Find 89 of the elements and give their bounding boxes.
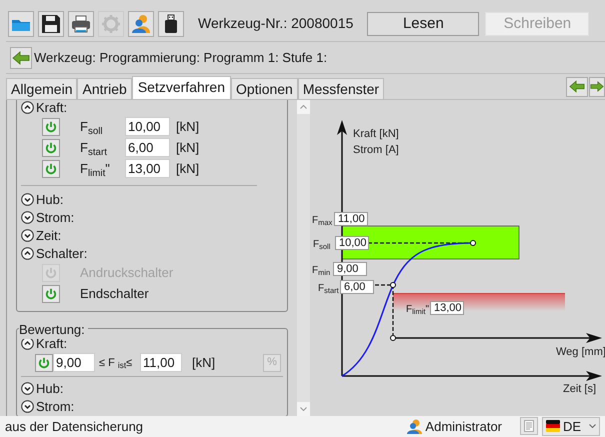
section-label: Hub: (36, 380, 64, 398)
power-icon (45, 120, 57, 133)
tab[interactable]: Optionen (231, 78, 298, 99)
expand-icon[interactable] (21, 400, 34, 414)
collapse-icon[interactable] (21, 337, 34, 350)
document-icon (524, 420, 534, 432)
tab[interactable]: Allgemein (6, 78, 78, 99)
previous-button[interactable] (566, 76, 588, 97)
power-toggle[interactable] (42, 118, 60, 136)
section-label: Strom: (36, 398, 74, 416)
value-field[interactable]: 6,00 (340, 280, 374, 294)
axis-label: Zeit [s] (563, 382, 596, 397)
chevron-down-icon (300, 406, 307, 411)
leader-line (375, 284, 394, 335)
floppy-disk-icon-button[interactable] (38, 10, 64, 37)
power-icon (45, 142, 57, 154)
printer-icon-button[interactable] (68, 10, 94, 37)
section-label: Zeit: (36, 227, 62, 246)
back-arrow-icon (12, 50, 30, 65)
power-icon (45, 162, 57, 175)
expand-icon[interactable] (21, 193, 34, 206)
power-toggle[interactable] (42, 138, 60, 157)
chevron-up-icon (300, 104, 307, 109)
user-icon (407, 418, 424, 434)
switch-label: Endschalter (80, 285, 149, 304)
value-field[interactable]: 9,00 (333, 262, 367, 276)
breadcrumb: Werkzeug: Programmierung: Programm 1: Stufe 1: (34, 48, 328, 67)
collapse-icon[interactable] (21, 101, 34, 114)
section-label: Strom: (36, 209, 74, 228)
users-icon (131, 14, 151, 34)
scrollbar[interactable] (297, 100, 310, 416)
settings-icon (101, 14, 121, 34)
back-button[interactable] (10, 46, 32, 69)
power-icon (45, 288, 57, 300)
curve-point (390, 282, 396, 288)
field-label: F$_{limit}$" (80, 160, 111, 179)
section-label: Schalter: (36, 245, 88, 264)
unit-label: [kN] (176, 118, 200, 136)
power-icon (45, 266, 57, 279)
section-label: Kraft: (36, 100, 68, 118)
tab[interactable]: Setzverfahren (132, 76, 232, 99)
field-label: F$_{limit}$" (406, 302, 430, 317)
value-field[interactable]: 6,00 (125, 138, 170, 158)
user-name: Administrator (425, 418, 502, 436)
expand-icon[interactable] (21, 229, 34, 242)
tab[interactable]: Messfenster (298, 78, 384, 99)
value-field[interactable]: 13,00 (430, 300, 464, 315)
left-arrow-icon (569, 80, 585, 94)
action-button[interactable]: Lesen (367, 12, 480, 36)
value-field[interactable]: 11,00 (334, 212, 368, 226)
power-toggle[interactable] (42, 284, 60, 303)
axis-label: Strom [A] (353, 142, 399, 158)
relation-label: ≤ F $_{ist}$≤ (99, 356, 134, 372)
tab[interactable]: Antrieb (77, 78, 132, 99)
status-message: aus der Datensicherung (5, 418, 144, 436)
right-arrow-icon (590, 80, 604, 94)
field-label: F$_{start}$ (80, 139, 108, 158)
collapse-icon[interactable] (21, 247, 34, 260)
unit-label: [kN] (176, 160, 200, 178)
flag-icon (546, 420, 560, 432)
language-dropdown[interactable]: DE (542, 416, 600, 436)
chevron-down-icon (589, 424, 596, 428)
axis-label: Weg [mm] (556, 344, 605, 360)
axis-label: Kraft [kN] (353, 126, 399, 142)
expand-icon[interactable] (21, 211, 34, 224)
curve-point (470, 240, 476, 246)
value-field[interactable]: 11,00 (140, 353, 182, 372)
unit-label: [kN] (176, 139, 200, 158)
tool-number: Werkzeug-Nr.: 20080015 (198, 14, 354, 34)
field-label: F$_{start}$ (318, 282, 339, 296)
section-label: Hub: (36, 191, 64, 210)
notes-button[interactable] (520, 417, 538, 436)
next-button[interactable] (589, 76, 605, 97)
unit-label: [kN] (192, 354, 216, 372)
value-field[interactable]: 10,00 (125, 117, 170, 136)
power-toggle[interactable] (42, 160, 60, 178)
curve-point (390, 334, 396, 341)
field-label: F$_{max}$ (312, 214, 332, 228)
power-toggle[interactable] (35, 354, 53, 372)
value-field[interactable]: 13,00 (125, 159, 170, 178)
value-field[interactable]: 10,00 (335, 236, 369, 250)
field-label: F$_{soll}$ (313, 238, 330, 252)
field-label: F$_{soll}$ (80, 118, 104, 137)
printer-icon (71, 14, 91, 34)
expand-icon[interactable] (21, 382, 34, 396)
value-field[interactable]: 9,00 (53, 353, 95, 372)
field-label: F$_{min}$ (312, 264, 330, 278)
usb-stick-icon-button[interactable] (158, 10, 184, 37)
power-icon (38, 356, 50, 369)
